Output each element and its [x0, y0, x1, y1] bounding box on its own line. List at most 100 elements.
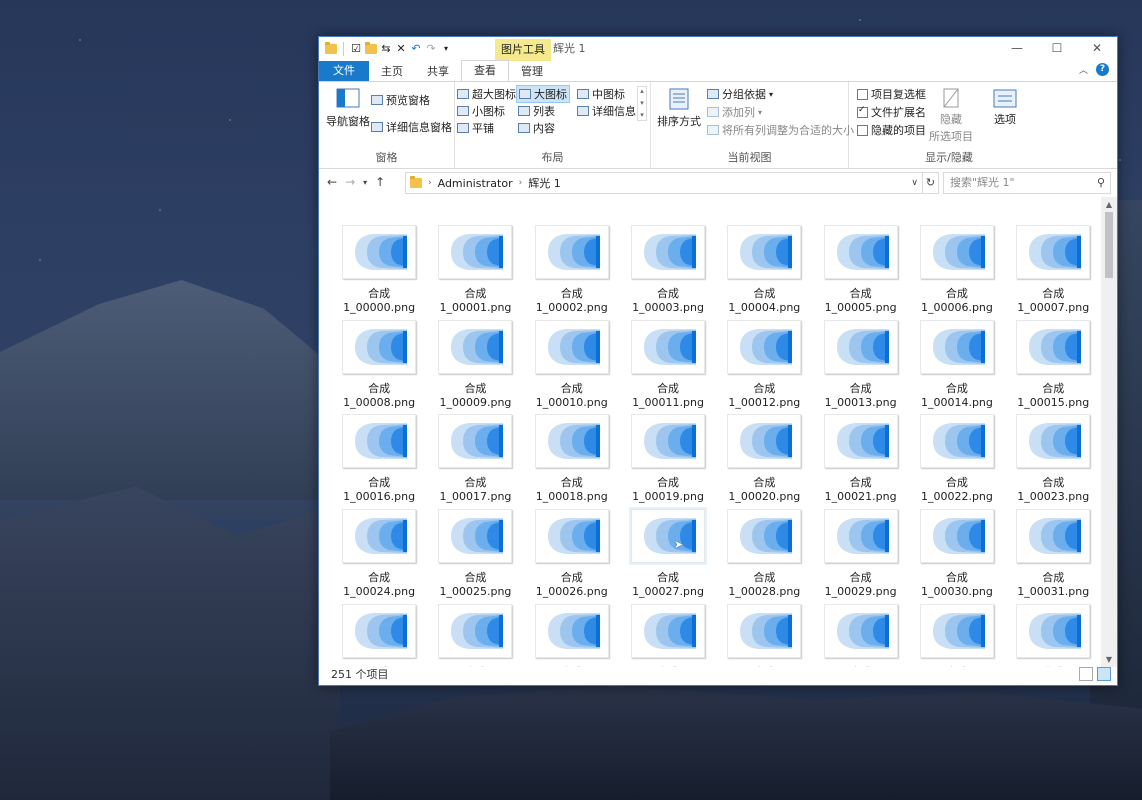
vertical-scrollbar[interactable]: ▲ ▼	[1101, 197, 1117, 667]
extra-large-icons-option[interactable]: 超大图标	[457, 86, 516, 102]
file-thumbnail[interactable]	[823, 225, 898, 279]
file-thumbnail[interactable]	[631, 225, 706, 279]
tiles-option[interactable]: 平铺	[457, 120, 494, 136]
file-thumbnail[interactable]	[823, 319, 898, 374]
details-option[interactable]: 详细信息	[577, 103, 636, 119]
tab-share[interactable]: 共享	[415, 62, 461, 81]
file-extensions-toggle[interactable]: 文件扩展名	[857, 104, 926, 120]
file-item[interactable]: ➤ 合成 1_00027.png	[620, 489, 716, 598]
recent-locations-icon[interactable]: ▾	[363, 175, 367, 191]
file-thumbnail[interactable]	[631, 414, 706, 469]
file-item[interactable]: 合成 1_00011.png	[620, 300, 716, 409]
file-item[interactable]: 合成 1_00018.png	[524, 394, 620, 503]
item-checkboxes-toggle[interactable]: 项目复选框	[857, 86, 926, 102]
file-item[interactable]: 合成 1_00026.png	[524, 489, 620, 598]
file-thumbnail[interactable]	[534, 603, 609, 658]
tab-file[interactable]: 文件	[319, 61, 369, 81]
file-thumbnail[interactable]	[438, 603, 513, 658]
file-thumbnail[interactable]	[727, 225, 802, 279]
content-option[interactable]: 内容	[518, 120, 555, 136]
file-thumbnail[interactable]	[727, 319, 802, 374]
up-arrow-icon[interactable]: ↑	[375, 175, 385, 191]
file-thumbnail[interactable]	[342, 603, 417, 658]
file-item[interactable]: 合成 1_00022.png	[909, 394, 1005, 503]
size-all-columns-button[interactable]: 将所有列调整为合适的大小	[707, 122, 854, 138]
delete-icon[interactable]: ✕	[395, 43, 407, 55]
properties-icon[interactable]: ☑	[350, 43, 362, 55]
file-item[interactable]: 合成 1_00013.png	[812, 300, 908, 409]
file-item[interactable]: 合成1_00033.png	[427, 584, 523, 667]
file-item[interactable]: 合成 1_00000.png	[331, 222, 427, 314]
nav-pane-button[interactable]: 导航窗格	[325, 88, 371, 129]
file-item[interactable]: 合成 1_00023.png	[1005, 394, 1101, 503]
file-thumbnail[interactable]	[534, 319, 609, 374]
file-thumbnail[interactable]	[823, 414, 898, 469]
add-columns-button[interactable]: 添加列 ▾	[707, 104, 762, 120]
small-icons-option[interactable]: 小图标	[457, 103, 505, 119]
file-item[interactable]: 合成1_00039.png	[1005, 584, 1101, 667]
large-icons-option[interactable]: 大图标	[516, 85, 570, 103]
file-item[interactable]: 合成 1_00002.png	[524, 222, 620, 314]
file-thumbnail[interactable]	[438, 319, 513, 374]
chevron-down-icon[interactable]: ∨	[911, 178, 918, 188]
file-item[interactable]: 合成 1_00015.png	[1005, 300, 1101, 409]
file-item[interactable]: 合成 1_00025.png	[427, 489, 523, 598]
file-item[interactable]: 合成 1_00014.png	[909, 300, 1005, 409]
file-thumbnail[interactable]	[342, 225, 417, 279]
file-thumbnail[interactable]	[342, 319, 417, 374]
close-button[interactable]: ✕	[1077, 37, 1117, 61]
file-item[interactable]: 合成 1_00030.png	[909, 489, 1005, 598]
tab-home[interactable]: 主页	[369, 62, 415, 81]
file-thumbnail[interactable]	[1016, 319, 1091, 374]
file-item[interactable]: 合成1_00034.png	[524, 584, 620, 667]
tab-view[interactable]: 查看	[461, 60, 509, 81]
file-item[interactable]: 合成 1_00003.png	[620, 222, 716, 314]
file-thumbnail[interactable]	[342, 509, 417, 564]
large-icons-toggle-icon[interactable]	[1097, 667, 1111, 681]
file-thumbnail[interactable]	[727, 603, 802, 658]
file-thumbnail[interactable]	[823, 603, 898, 658]
file-item[interactable]: 合成 1_00031.png	[1005, 489, 1101, 598]
file-item[interactable]: 合成 1_00004.png	[716, 222, 812, 314]
details-view-toggle-icon[interactable]	[1079, 667, 1093, 681]
medium-icons-option[interactable]: 中图标	[577, 86, 625, 102]
chevron-right-icon[interactable]: ›	[428, 178, 432, 188]
scroll-thumb[interactable]	[1105, 212, 1113, 278]
file-thumbnail[interactable]	[823, 509, 898, 564]
file-thumbnail[interactable]	[438, 225, 513, 279]
file-item[interactable]: 合成 1_00001.png	[427, 222, 523, 314]
file-item[interactable]: 合成 1_00009.png	[427, 300, 523, 409]
file-thumbnail[interactable]	[919, 414, 994, 469]
file-item[interactable]: 合成 1_00010.png	[524, 300, 620, 409]
file-thumbnail[interactable]	[1016, 225, 1091, 279]
group-by-button[interactable]: 分组依据 ▾	[707, 86, 773, 102]
scroll-up-icon[interactable]: ▲	[1101, 197, 1117, 212]
file-item[interactable]: 合成 1_00020.png	[716, 394, 812, 503]
hidden-items-toggle[interactable]: 隐藏的项目	[857, 122, 926, 138]
redo-icon[interactable]: ↷	[425, 43, 437, 55]
file-thumbnail[interactable]	[438, 509, 513, 564]
list-option[interactable]: 列表	[518, 103, 555, 119]
file-thumbnail[interactable]: ➤	[631, 509, 706, 564]
file-item[interactable]: 合成 1_00019.png	[620, 394, 716, 503]
file-item[interactable]: 合成 1_00021.png	[812, 394, 908, 503]
file-item[interactable]: 合成1_00037.png	[812, 584, 908, 667]
help-icon[interactable]: ?	[1096, 63, 1109, 76]
forward-arrow-icon[interactable]: →	[345, 175, 355, 191]
file-thumbnail[interactable]	[631, 319, 706, 374]
chevron-right-icon[interactable]: ›	[519, 178, 523, 188]
sort-by-button[interactable]: 排序方式	[657, 88, 701, 129]
file-item[interactable]: 合成 1_00017.png	[427, 394, 523, 503]
file-item[interactable]: 合成1_00035.png	[620, 584, 716, 667]
picture-tools-tab[interactable]: 图片工具	[495, 39, 551, 61]
file-item[interactable]: 合成 1_00029.png	[812, 489, 908, 598]
file-thumbnail[interactable]	[438, 414, 513, 469]
refresh-icon[interactable]: ↻	[923, 172, 939, 194]
file-thumbnail[interactable]	[534, 509, 609, 564]
search-input[interactable]: 搜索"辉光 1" ⚲	[943, 172, 1111, 194]
back-arrow-icon[interactable]: ←	[327, 175, 337, 191]
file-thumbnail[interactable]	[919, 319, 994, 374]
file-thumbnail[interactable]	[631, 603, 706, 658]
options-button[interactable]: 选项	[993, 88, 1017, 127]
address-bar[interactable]: › Administrator › 辉光 1 ∨	[405, 172, 923, 194]
